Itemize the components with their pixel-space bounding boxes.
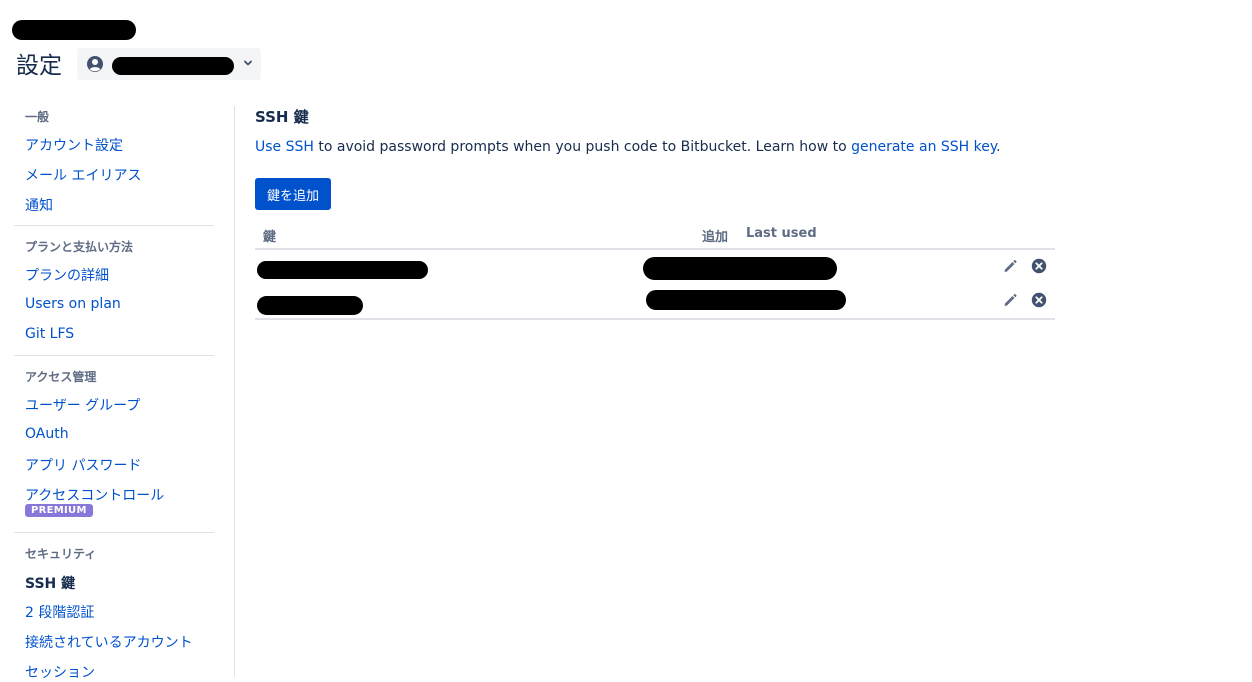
column-header-added: 追加 [702,230,729,245]
delete-x-icon[interactable] [1031,292,1047,308]
sidebar-item-oauth[interactable]: OAuth [25,426,69,442]
sidebar-divider [14,225,214,226]
use-ssh-link[interactable]: Use SSH [255,139,314,155]
redacted-added-date [643,257,837,280]
sidebar-divider [14,532,214,533]
description-period: . [996,139,1001,155]
user-avatar-icon [87,56,103,72]
sidebar-item-plan-details[interactable]: プランの詳細 [25,265,109,285]
sidebar-divider [14,355,214,356]
sidebar-item-account-settings[interactable]: アカウント設定 [25,135,123,155]
column-header-key: 鍵 [263,230,277,245]
sidebar-item-two-step-verification[interactable]: 2 段階認証 [25,602,94,622]
sidebar-item-users-on-plan[interactable]: Users on plan [25,296,121,312]
nav-heading-access-management: アクセス管理 [25,370,97,384]
redacted-account-switcher-name [112,57,234,75]
redacted-key-label [257,296,363,315]
redacted-key-label [257,261,428,279]
sidebar-item-user-groups[interactable]: ユーザー グループ [25,395,140,415]
nav-heading-security: セキュリティ [25,547,97,561]
description-text: to avoid password prompts when you push … [313,139,852,155]
table-bottom-divider [255,318,1055,320]
redacted-account-name [12,20,136,40]
sidebar-item-connected-accounts[interactable]: 接続されているアカウント [25,632,193,652]
section-title: SSH 鍵 [255,108,309,126]
column-header-last-used: Last used [746,226,817,241]
nav-heading-plans-billing: プランと支払い方法 [25,240,134,254]
redacted-added-date [646,290,846,310]
page-title: 設定 [16,53,62,79]
sidebar-item-git-lfs[interactable]: Git LFS [25,326,74,342]
sidebar-border [234,106,235,677]
premium-badge: PREMIUM [25,504,93,517]
delete-x-icon[interactable] [1031,258,1047,274]
table-header-divider [255,248,1055,250]
edit-pencil-icon[interactable] [1002,258,1018,274]
sidebar-item-ssh-keys[interactable]: SSH 鍵 [25,573,75,593]
nav-heading-general: 一般 [25,110,50,124]
account-switcher[interactable] [77,48,261,80]
sidebar-item-notifications[interactable]: 通知 [25,195,53,215]
sidebar-item-sessions[interactable]: セッション [25,662,95,682]
chevron-down-icon [244,60,252,66]
sidebar-item-app-passwords[interactable]: アプリ パスワード [25,455,141,475]
add-key-button[interactable]: 鍵を追加 [255,178,331,210]
edit-pencil-icon[interactable] [1002,292,1018,308]
generate-ssh-key-link[interactable]: generate an SSH key [851,139,996,155]
ssh-description: Use SSH to avoid password prompts when y… [255,139,1001,155]
sidebar-item-email-aliases[interactable]: メール エイリアス [25,165,141,185]
sidebar-item-access-controls[interactable]: アクセスコントロール [25,485,164,505]
